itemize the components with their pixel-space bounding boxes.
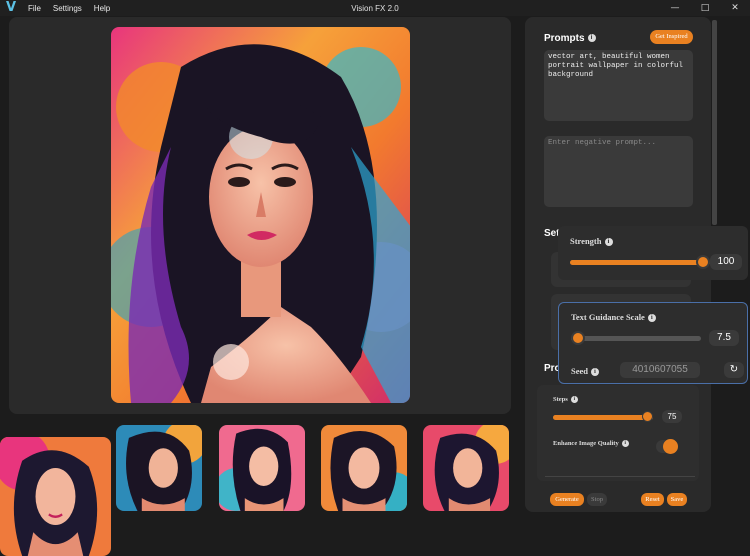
window-controls: — □ ✕ <box>660 0 750 16</box>
info-icon[interactable]: i <box>570 396 578 404</box>
info-icon[interactable]: i <box>647 314 656 323</box>
strength-value[interactable]: 100 <box>710 254 742 270</box>
steps-label: Steps i <box>553 396 578 404</box>
guidance-label: Text Guidance Scale i <box>571 312 656 323</box>
steps-value[interactable]: 75 <box>662 410 682 423</box>
enhance-toggle[interactable] <box>656 439 678 454</box>
strength-label: Strength i <box>570 236 613 247</box>
prompts-heading: Prompts i <box>544 33 596 44</box>
strength-popup: Strength i 100 <box>558 226 748 280</box>
app-window: V File Settings Help Vision FX 2.0 — □ ✕ <box>0 0 750 556</box>
save-button[interactable]: Save <box>667 493 687 506</box>
thumbnail-5[interactable] <box>423 425 509 511</box>
thumbnail-strip <box>0 420 520 556</box>
enhance-label: Enhance Image Quality i <box>553 440 629 448</box>
close-icon[interactable]: ✕ <box>720 0 750 16</box>
info-icon[interactable]: i <box>591 368 599 377</box>
generate-button[interactable]: Generate <box>550 493 584 506</box>
thumbnail-1[interactable] <box>0 437 111 556</box>
menu-bar: File Settings Help <box>28 4 122 13</box>
seed-label: Seed i <box>571 366 599 377</box>
refresh-seed-icon[interactable]: ↻ <box>724 362 744 378</box>
panel-scrollbar[interactable] <box>712 20 717 225</box>
app-logo-icon: V <box>6 0 17 15</box>
menu-file[interactable]: File <box>28 4 41 13</box>
strength-slider-handle[interactable] <box>696 255 710 269</box>
menu-help[interactable]: Help <box>94 4 110 13</box>
info-icon[interactable]: i <box>587 34 596 43</box>
info-icon[interactable]: i <box>604 238 613 247</box>
guidance-value[interactable]: 7.5 <box>709 330 739 346</box>
thumbnail-3[interactable] <box>219 425 305 511</box>
menu-settings[interactable]: Settings <box>53 4 82 13</box>
guidance-slider[interactable] <box>571 331 701 345</box>
minimize-icon[interactable]: — <box>660 0 690 16</box>
negative-prompt-input[interactable]: Enter negative prompt... <box>544 136 693 207</box>
info-icon[interactable]: i <box>621 440 629 448</box>
guidance-popup: Text Guidance Scale i 7.5 Seed i 401060705… <box>558 302 748 384</box>
generated-image[interactable] <box>111 27 410 403</box>
get-inspired-button[interactable]: Get Inspired <box>650 30 693 44</box>
strength-slider[interactable] <box>570 255 710 269</box>
divider <box>545 476 695 477</box>
reset-button[interactable]: Reset <box>641 493 664 506</box>
steps-slider[interactable] <box>553 411 653 423</box>
title-bar: V File Settings Help Vision FX 2.0 — □ ✕ <box>0 0 750 16</box>
maximize-icon[interactable]: □ <box>690 0 720 16</box>
thumbnail-2[interactable] <box>116 425 202 511</box>
thumbnail-4[interactable] <box>321 425 407 511</box>
stop-button[interactable]: Stop <box>587 493 607 506</box>
steps-slider-handle[interactable] <box>642 411 653 422</box>
prompt-input[interactable]: vector art, beautiful women portrait wal… <box>544 50 693 121</box>
seed-input[interactable]: 4010607055 <box>620 362 700 378</box>
guidance-slider-handle[interactable] <box>571 331 585 345</box>
